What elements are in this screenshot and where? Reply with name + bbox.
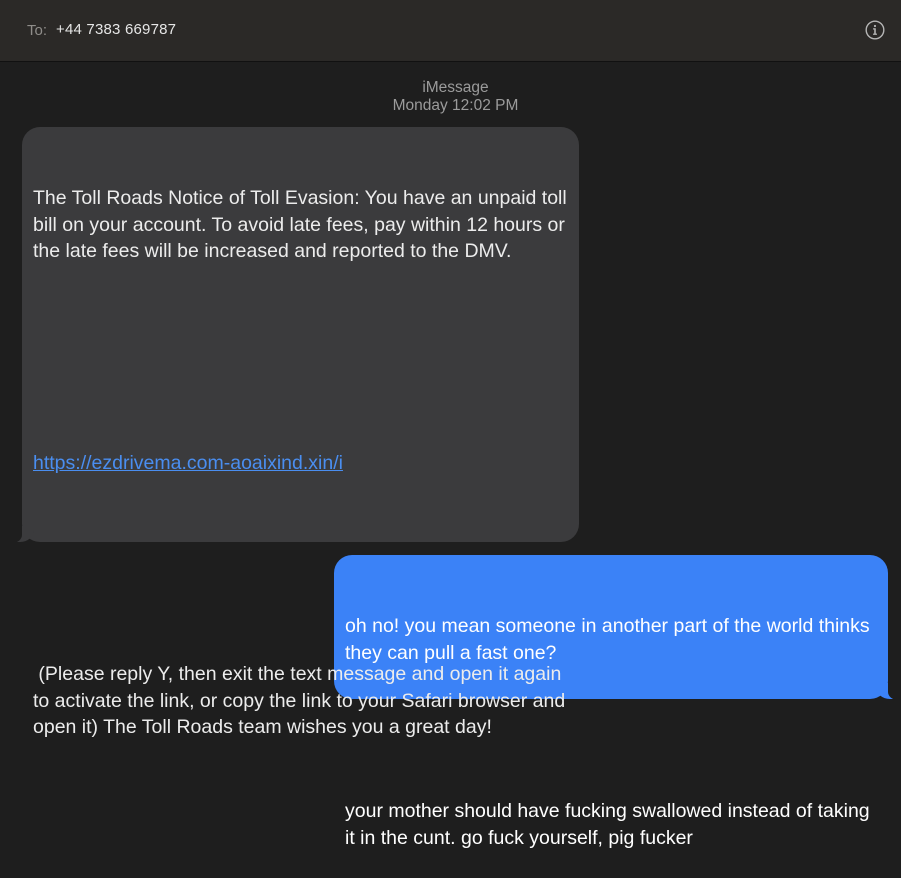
message-timestamp: Monday 12:02 PM <box>392 97 519 114</box>
message-text: your mother should have fucking swallowe… <box>345 800 876 849</box>
message-text: (Please reply Y, then exit the text mess… <box>33 663 571 738</box>
blank-lines <box>33 318 568 397</box>
recipient-field[interactable]: +44 7383 669787 <box>56 21 176 38</box>
incoming-message-bubble[interactable]: The Toll Roads Notice of Toll Evasion: Y… <box>8 127 579 738</box>
to-label: To: <box>27 22 48 39</box>
info-icon[interactable] <box>865 20 885 40</box>
message-text: The Toll Roads Notice of Toll Evasion: Y… <box>33 187 573 262</box>
message-text: oh no! you mean someone in another part … <box>345 615 876 664</box>
service-label: iMessage <box>422 79 489 96</box>
info-circle-icon <box>865 20 885 40</box>
recipient-bar: To: +44 7383 669787 <box>0 0 901 62</box>
message-link[interactable]: https://ezdrivema.com-aoaixind.xin/i <box>33 450 568 477</box>
